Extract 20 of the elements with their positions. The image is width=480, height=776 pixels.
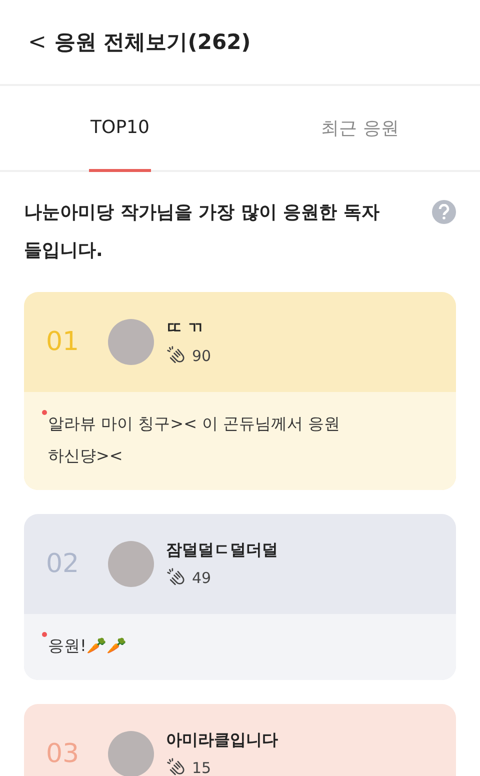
back-button[interactable]: < <box>28 30 46 54</box>
tab[interactable]: TOP10 <box>88 86 152 172</box>
rank-number: 02 <box>46 549 80 579</box>
clap-count: 90 <box>192 346 212 364</box>
avatar-placeholder <box>108 541 154 587</box>
comment-text: 알라뷰 마이 칭구>< 이 곤듀님께서 응원하신댱>< <box>48 413 342 467</box>
page-title: 응원 전체보기(262) <box>54 29 251 56</box>
supporter-name: 잠덜덜ㄷ덜더덜 <box>166 540 278 560</box>
supporter-name: ㄸ ㄲ <box>166 318 205 338</box>
help-icon[interactable] <box>432 200 456 224</box>
clap-count: 15 <box>192 758 212 776</box>
intro-text: 나눈아미당 작가님을 가장 많이 응원한 독자들입니다. <box>24 201 380 263</box>
tab[interactable]: 최근 응원 <box>319 86 401 172</box>
avatar-placeholder <box>108 731 154 776</box>
comment-text: 응원!🥕🥕 <box>48 635 128 657</box>
supporter-name: 아미라클입니다 <box>166 730 278 750</box>
avatar-placeholder <box>108 319 154 365</box>
rank-number: 01 <box>46 327 80 357</box>
rank-number: 03 <box>46 739 80 769</box>
clap-count: 49 <box>192 568 212 586</box>
